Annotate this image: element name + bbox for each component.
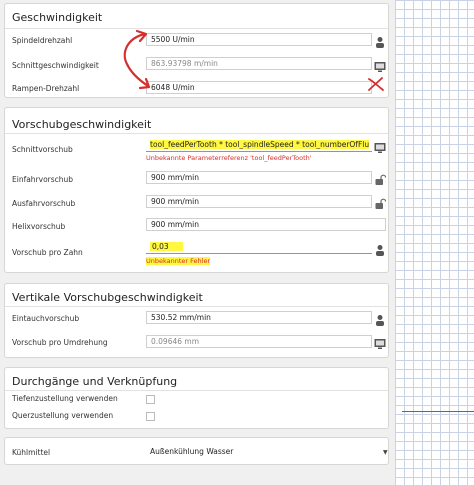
helix-feed-input[interactable]: 900 mm/min: [146, 218, 386, 231]
helix-feed-label: Helixvorschub: [12, 222, 66, 231]
entry-feed-label: Einfahrvorschub: [12, 175, 74, 184]
feed-per-tooth-value: 0,03: [150, 242, 183, 251]
unlock-icon[interactable]: [374, 171, 387, 185]
entry-feed-input[interactable]: 900 mm/min: [146, 171, 372, 184]
feed-per-tooth-input[interactable]: 0,03: [146, 241, 372, 254]
ramp-speed-label: Rampen-Drehzahl: [12, 84, 80, 93]
divider: [5, 133, 388, 134]
feed-title: Vorschubgeschwindigkeit: [12, 118, 152, 131]
exit-feed-label: Ausfahrvorschub: [12, 199, 76, 208]
coolant-select[interactable]: Außenkühlung Wasser: [146, 446, 388, 459]
lateral-step-checkbox[interactable]: [146, 412, 155, 421]
depth-step-checkbox[interactable]: [146, 395, 155, 404]
spindle-speed-input[interactable]: 5500 U/min: [146, 33, 372, 46]
passes-panel: Durchgänge und Verknüpfung Tiefenzustell…: [4, 367, 389, 429]
user-icon[interactable]: [374, 311, 386, 326]
monitor-icon[interactable]: [374, 335, 386, 349]
divider: [5, 306, 388, 307]
chevron-down-icon[interactable]: ▼: [383, 449, 388, 456]
passes-title: Durchgänge und Verknüpfung: [12, 375, 178, 388]
cutting-feed-value: tool_feedPerTooth * tool_spindleSpeed * …: [150, 140, 370, 149]
spindle-label: Spindeldrehzahl: [12, 36, 73, 45]
divider: [5, 390, 388, 391]
exit-feed-input[interactable]: 900 mm/min: [146, 195, 372, 208]
ramp-speed-input[interactable]: 6048 U/min: [146, 81, 372, 94]
depth-step-label: Tiefenzustellung verwenden: [12, 394, 118, 403]
user-icon[interactable]: [374, 33, 386, 48]
cutting-speed-input[interactable]: 863.93798 m/min: [146, 57, 372, 70]
sketch-grid-background: [395, 0, 474, 485]
vertical-feed-panel: Vertikale Vorschubgeschwindigkeit Eintau…: [4, 283, 389, 358]
feed-per-tooth-label: Vorschub pro Zahn: [12, 248, 83, 257]
annotation-arrow: [123, 29, 151, 90]
feed-panel: Vorschubgeschwindigkeit Schnittvorschub …: [4, 107, 389, 273]
vertical-feed-title: Vertikale Vorschubgeschwindigkeit: [12, 291, 203, 304]
plunge-feed-input[interactable]: 530.52 mm/min: [146, 311, 372, 324]
feed-per-rev-input[interactable]: 0.09646 mm: [146, 335, 372, 348]
annotation-x-mark: [368, 77, 384, 91]
feed-per-tooth-error-text: Unbekannter Fehler: [146, 257, 211, 265]
divider: [5, 28, 388, 29]
cutting-speed-label: Schnittgeschwindigkeit: [12, 61, 99, 70]
feed-per-tooth-error: Unbekannter Fehler: [146, 257, 211, 265]
coolant-label: Kühlmittel: [12, 448, 51, 457]
plunge-feed-label: Eintauchvorschub: [12, 314, 80, 323]
lateral-step-label: Querzustellung verwenden: [12, 411, 114, 420]
cutting-feed-error: Unbekannte Parameterreferenz 'tool_feedP…: [146, 154, 312, 162]
monitor-icon[interactable]: [374, 139, 386, 153]
speed-panel: Geschwindigkeit Spindeldrehzahl 5500 U/m…: [4, 3, 389, 98]
monitor-icon[interactable]: [374, 58, 386, 72]
feed-per-rev-label: Vorschub pro Umdrehung: [12, 338, 108, 347]
user-icon[interactable]: [374, 241, 386, 256]
sketch-line: [402, 411, 474, 412]
cutting-feed-label: Schnittvorschub: [12, 145, 73, 154]
unlock-icon[interactable]: [374, 195, 387, 209]
speed-title: Geschwindigkeit: [12, 11, 103, 24]
cutting-feed-input[interactable]: tool_feedPerTooth * tool_spindleSpeed * …: [146, 139, 372, 152]
coolant-panel: Kühlmittel Außenkühlung Wasser ▼: [4, 437, 389, 465]
